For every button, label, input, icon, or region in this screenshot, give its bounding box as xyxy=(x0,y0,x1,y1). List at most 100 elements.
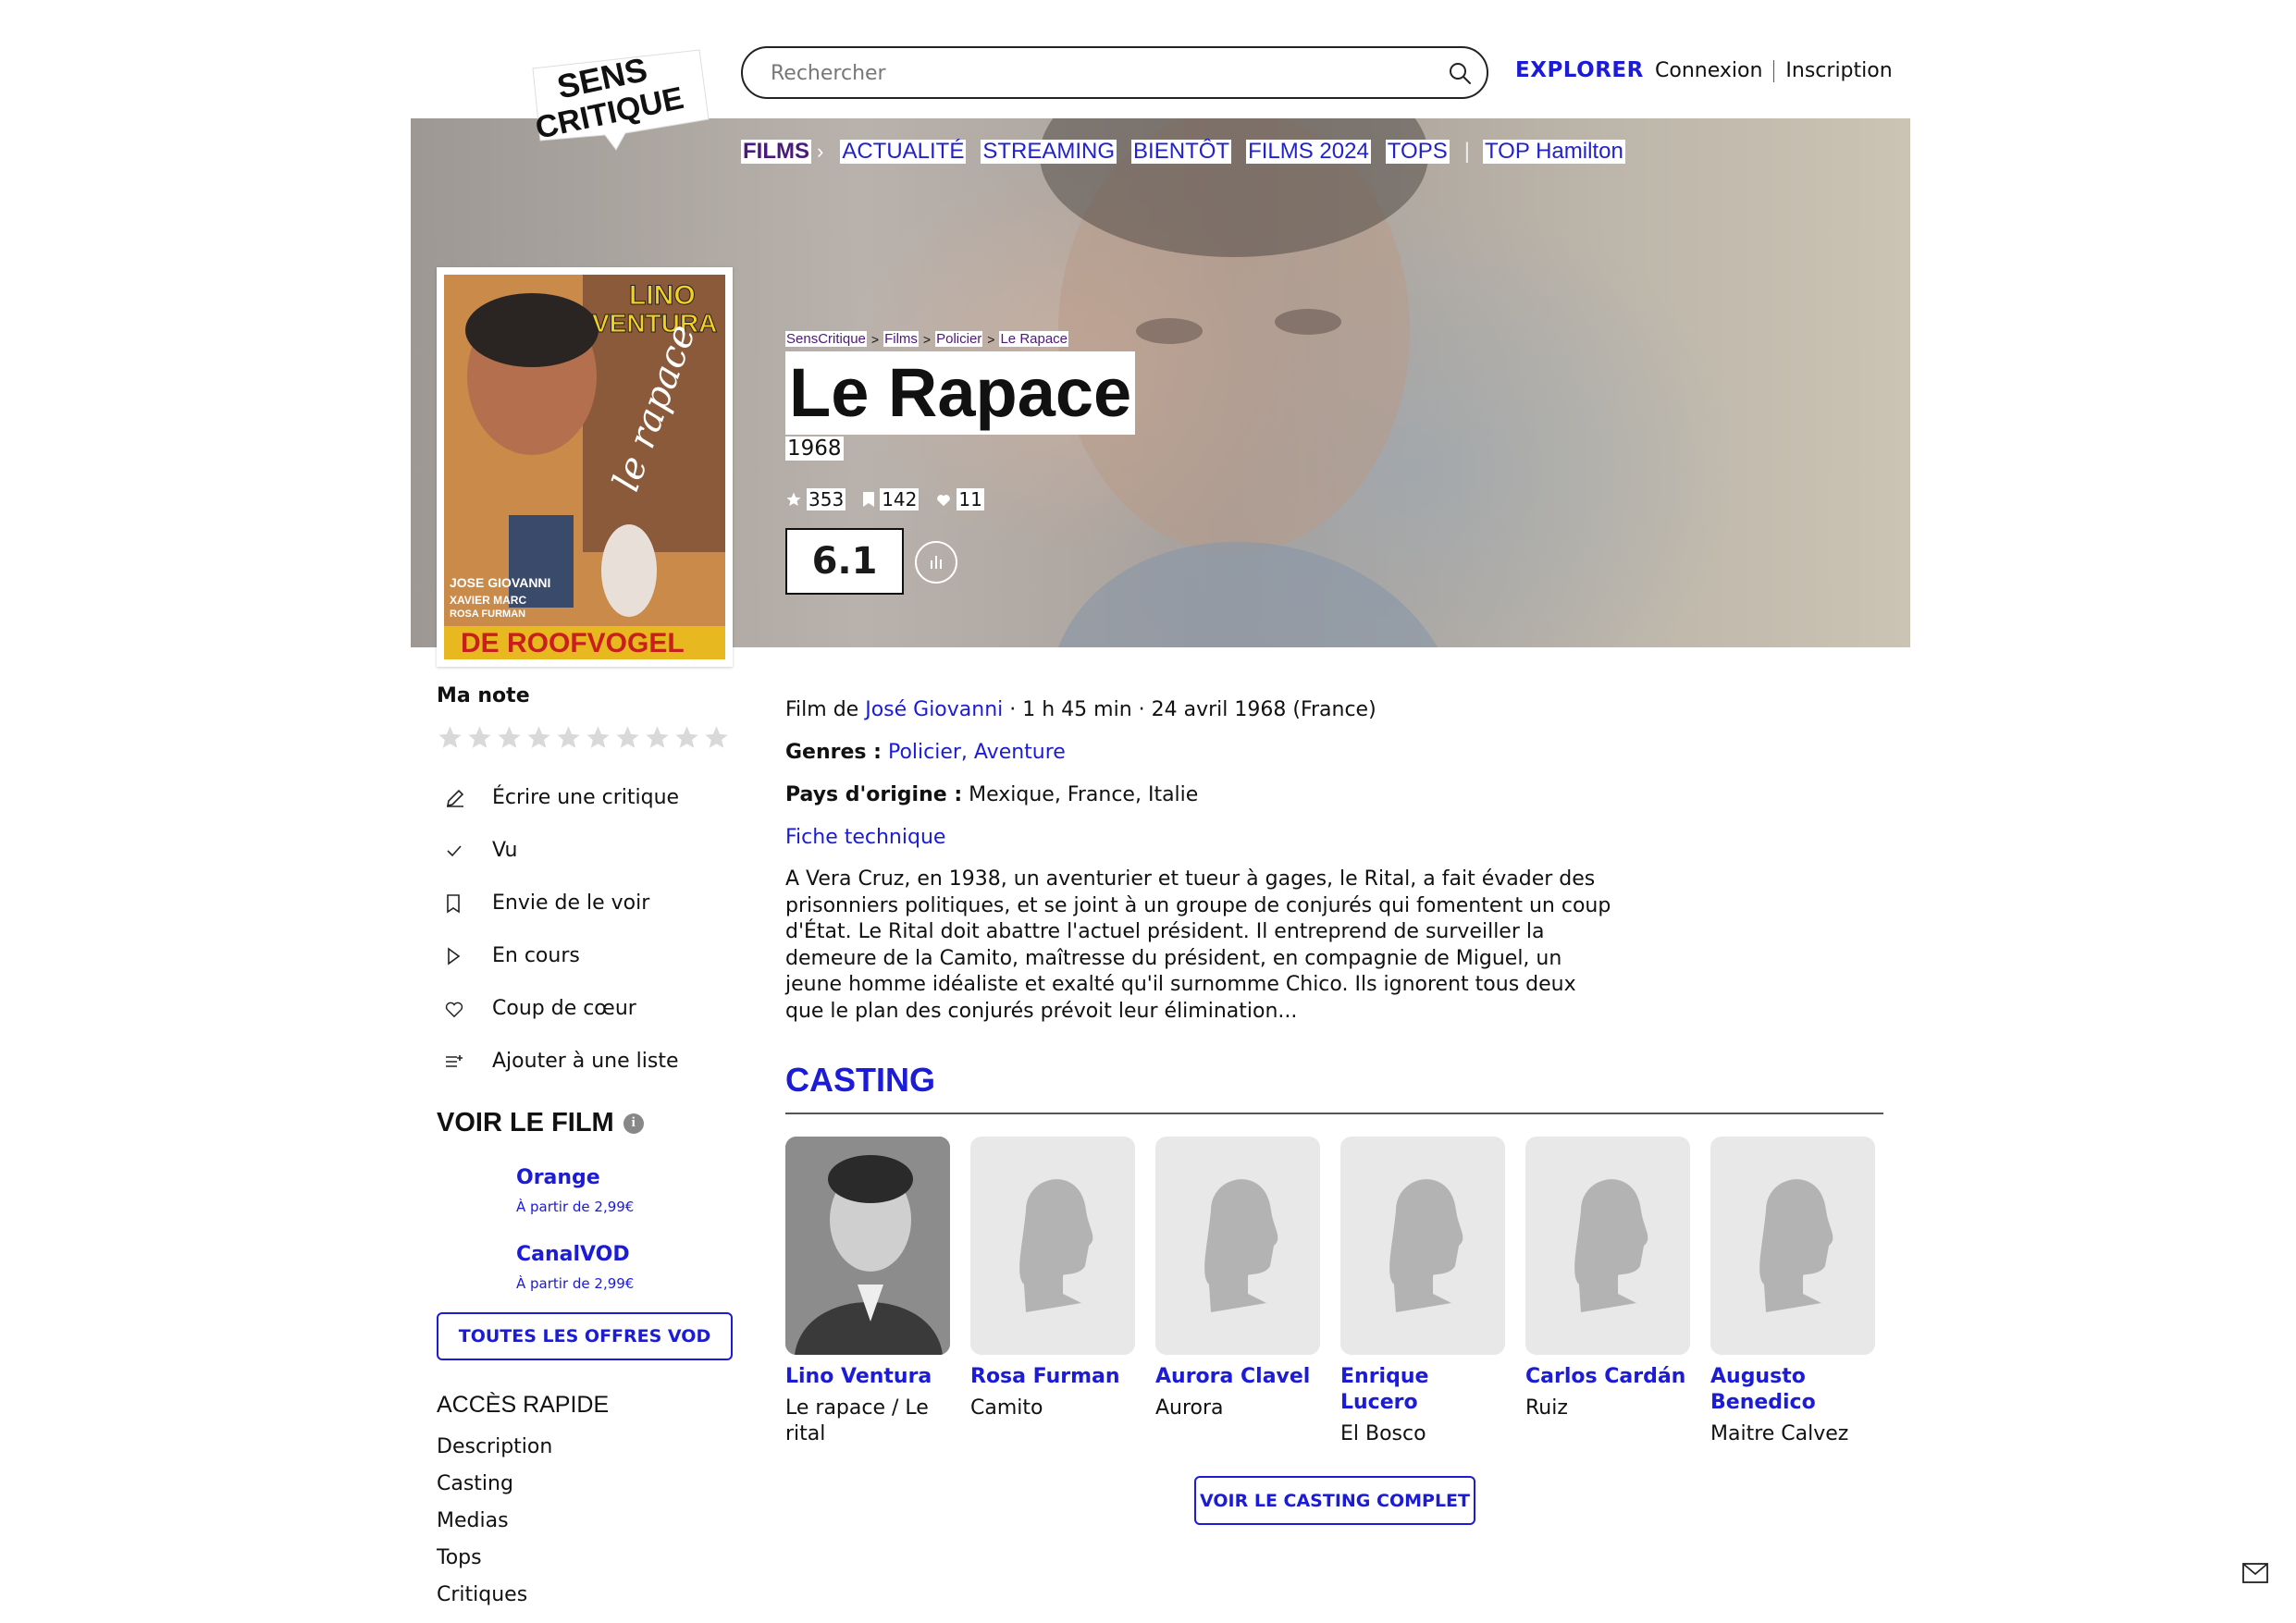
cast-name[interactable]: Lino Ventura xyxy=(785,1364,950,1390)
cast-name[interactable]: Augusto Benedico xyxy=(1710,1364,1875,1416)
quick-access-links: Description Casting Medias Tops Critique… xyxy=(437,1435,733,1620)
login-link[interactable]: Connexion xyxy=(1655,59,1762,82)
nav-films[interactable]: FILMS xyxy=(741,140,811,164)
person-silhouette-icon xyxy=(1204,1178,1278,1312)
nav-streaming[interactable]: STREAMING xyxy=(981,140,1117,164)
poster-bottom-title: DE ROOFVOGEL xyxy=(461,628,685,658)
quick-link-casting[interactable]: Casting xyxy=(437,1472,733,1509)
add-list-icon xyxy=(437,1052,492,1071)
all-vod-offers-button[interactable]: TOUTES LES OFFRES VOD xyxy=(437,1312,733,1360)
provider-price: À partir de 2,99€ xyxy=(516,1199,635,1215)
wishes-count: 142 xyxy=(862,488,920,510)
provider-orange[interactable]: Orange À partir de 2,99€ xyxy=(516,1166,733,1215)
star-icon[interactable] xyxy=(585,724,611,751)
user-actions: Écrire une critique Vu Envie de le voir … xyxy=(437,771,733,1088)
favorite-action[interactable]: Coup de cœur xyxy=(437,982,733,1035)
director-link[interactable]: José Giovanni xyxy=(865,698,1003,721)
cast-photo xyxy=(1340,1136,1505,1355)
write-review-action[interactable]: Écrire une critique xyxy=(437,771,733,824)
poster-credits-1: JOSE GIOVANNI xyxy=(450,575,550,590)
provider-canalvod[interactable]: CanalVOD À partir de 2,99€ xyxy=(516,1243,733,1292)
info-icon[interactable]: i xyxy=(623,1113,644,1134)
cast-role: Maitre Calvez xyxy=(1710,1421,1849,1445)
poster-image: LINO VENTURA le rapace JOSE GIOVANNI XAV… xyxy=(444,275,725,659)
film-poster[interactable]: LINO VENTURA le rapace JOSE GIOVANNI XAV… xyxy=(437,267,733,667)
cast-name[interactable]: Aurora Clavel xyxy=(1155,1364,1320,1390)
cast-photo xyxy=(970,1136,1135,1355)
breadcrumb-films[interactable]: Films xyxy=(883,331,919,347)
rating-stars[interactable] xyxy=(437,724,733,751)
star-icon[interactable] xyxy=(437,724,463,751)
cast-name[interactable]: Rosa Furman xyxy=(970,1364,1135,1390)
bar-chart-icon xyxy=(931,556,942,569)
add-to-list-action[interactable]: Ajouter à une liste xyxy=(437,1035,733,1088)
play-icon xyxy=(437,946,492,966)
poster-lino: LINO xyxy=(629,280,696,311)
nav-actualite[interactable]: ACTUALITÉ xyxy=(840,140,967,164)
tech-sheet-line: Fiche technique xyxy=(785,826,1886,868)
cast-role: El Bosco xyxy=(1340,1421,1426,1445)
person-silhouette-icon xyxy=(1019,1178,1093,1312)
quick-link-description[interactable]: Description xyxy=(437,1435,733,1472)
explorer-link[interactable]: EXPLORER xyxy=(1515,58,1644,82)
cast-name[interactable]: Enrique Lucero xyxy=(1340,1364,1505,1416)
cast-photo xyxy=(1155,1136,1320,1355)
rating-distribution-button[interactable] xyxy=(915,541,957,584)
star-icon[interactable] xyxy=(673,724,700,751)
cast-card[interactable]: Lino Ventura Le rapace / Le rital xyxy=(785,1136,950,1447)
ratings-count: 353 xyxy=(785,488,846,510)
quick-link-tops[interactable]: Tops xyxy=(437,1546,733,1583)
nav-top-hamilton[interactable]: TOP Hamilton xyxy=(1482,140,1625,164)
genres-links[interactable]: Policier, Aventure xyxy=(888,741,1066,764)
breadcrumb-current[interactable]: Le Rapace xyxy=(999,331,1069,347)
nav-bientot[interactable]: BIENTÔT xyxy=(1131,140,1232,164)
star-icon[interactable] xyxy=(703,724,730,751)
my-rating-label: Ma note xyxy=(437,684,530,707)
provider-price: À partir de 2,99€ xyxy=(516,1275,635,1292)
quick-access-title: ACCÈS RAPIDE xyxy=(437,1392,610,1418)
person-silhouette-icon xyxy=(1574,1178,1648,1312)
breadcrumb-senscritique[interactable]: SensCritique xyxy=(785,331,867,347)
in-progress-action[interactable]: En cours xyxy=(437,929,733,982)
cast-role: Camito xyxy=(970,1396,1043,1420)
senscritique-logo[interactable]: SENS CRITIQUE xyxy=(514,31,716,152)
cast-card[interactable]: Enrique Lucero El Bosco xyxy=(1340,1136,1505,1447)
quick-link-critiques[interactable]: Critiques xyxy=(437,1583,733,1620)
wishlist-action[interactable]: Envie de le voir xyxy=(437,877,733,929)
cast-card[interactable]: Augusto Benedico Maitre Calvez xyxy=(1710,1136,1875,1447)
star-icon[interactable] xyxy=(614,724,641,751)
countries-label: Pays d'origine : xyxy=(785,783,963,806)
cast-card[interactable]: Carlos Cardán Ruiz xyxy=(1525,1136,1690,1447)
nav-tops[interactable]: TOPS xyxy=(1385,140,1450,164)
search-bar[interactable] xyxy=(741,46,1488,99)
cast-card[interactable]: Aurora Clavel Aurora xyxy=(1155,1136,1320,1447)
search-icon[interactable] xyxy=(1448,61,1472,85)
star-icon[interactable] xyxy=(555,724,582,751)
casting-divider xyxy=(785,1112,1883,1114)
signup-link[interactable]: Inscription xyxy=(1785,59,1892,82)
sidebar: Ma note Écrire une critique Vu Envie de … xyxy=(437,684,733,1620)
mail-icon[interactable] xyxy=(2242,1563,2268,1583)
cast-card[interactable]: Rosa Furman Camito xyxy=(970,1136,1135,1447)
star-icon[interactable] xyxy=(496,724,523,751)
category-nav: FILMS › ACTUALITÉ STREAMING BIENTÔT FILM… xyxy=(741,139,1640,165)
tech-sheet-link[interactable]: Fiche technique xyxy=(785,826,945,849)
search-input[interactable] xyxy=(771,57,1418,89)
quick-link-medias[interactable]: Medias xyxy=(437,1509,733,1546)
synopsis: A Vera Cruz, en 1938, un aventurier et t… xyxy=(785,867,1611,1023)
star-icon[interactable] xyxy=(525,724,552,751)
seen-action[interactable]: Vu xyxy=(437,824,733,877)
casting-title: CASTING xyxy=(785,1060,935,1099)
star-icon[interactable] xyxy=(644,724,671,751)
poster-credits-3: ROSA FURMAN xyxy=(450,609,525,620)
full-casting-button[interactable]: VOIR LE CASTING COMPLET xyxy=(1194,1476,1475,1525)
action-label: Ajouter à une liste xyxy=(492,1050,679,1073)
nav-films-2024[interactable]: FILMS 2024 xyxy=(1246,140,1371,164)
watch-title-text: VOIR LE FILM xyxy=(437,1108,614,1137)
breadcrumb-policier[interactable]: Policier xyxy=(935,331,983,347)
ratings-count-value: 353 xyxy=(807,488,846,510)
action-label: En cours xyxy=(492,944,580,967)
cast-name[interactable]: Carlos Cardán xyxy=(1525,1364,1690,1390)
star-icon[interactable] xyxy=(466,724,493,751)
bookmark-icon xyxy=(863,492,875,507)
